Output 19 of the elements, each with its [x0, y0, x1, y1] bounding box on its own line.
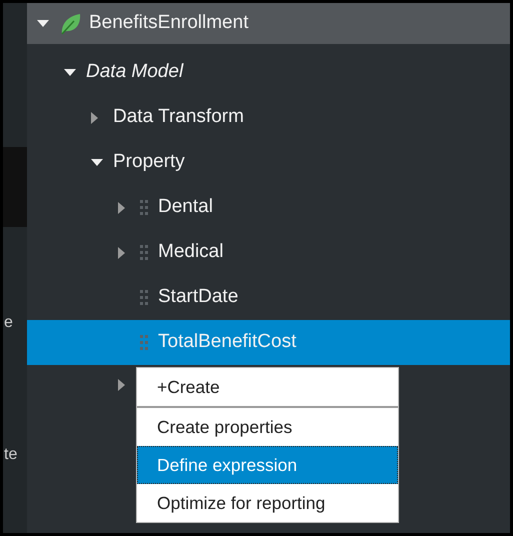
- panel-label: e: [4, 313, 13, 333]
- tree-item-label[interactable]: Medical: [158, 238, 224, 267]
- drag-handle-icon[interactable]: [140, 244, 148, 260]
- tree-item-label[interactable]: StartDate: [158, 283, 238, 312]
- tree-item-label[interactable]: BenefitsEnrollment: [89, 9, 248, 38]
- menu-item[interactable]: Define expression: [137, 446, 398, 484]
- panel-label: te: [4, 445, 18, 465]
- expanded-caret-icon[interactable]: [91, 158, 103, 166]
- expanded-caret-icon[interactable]: [37, 20, 49, 28]
- tree-item-label[interactable]: Dental: [158, 193, 213, 222]
- drag-handle-icon[interactable]: [140, 334, 148, 350]
- tree-item-label[interactable]: Data Model: [86, 58, 184, 87]
- drag-handle-icon[interactable]: [140, 200, 148, 216]
- tree-item-label[interactable]: Property: [113, 148, 185, 177]
- tree-row[interactable]: BenefitsEnrollment: [27, 3, 510, 44]
- tree-item-label[interactable]: Data Transform: [113, 103, 244, 132]
- drag-handle-icon[interactable]: [140, 290, 148, 306]
- leaf-icon: [59, 12, 81, 34]
- expanded-caret-icon[interactable]: [64, 68, 76, 76]
